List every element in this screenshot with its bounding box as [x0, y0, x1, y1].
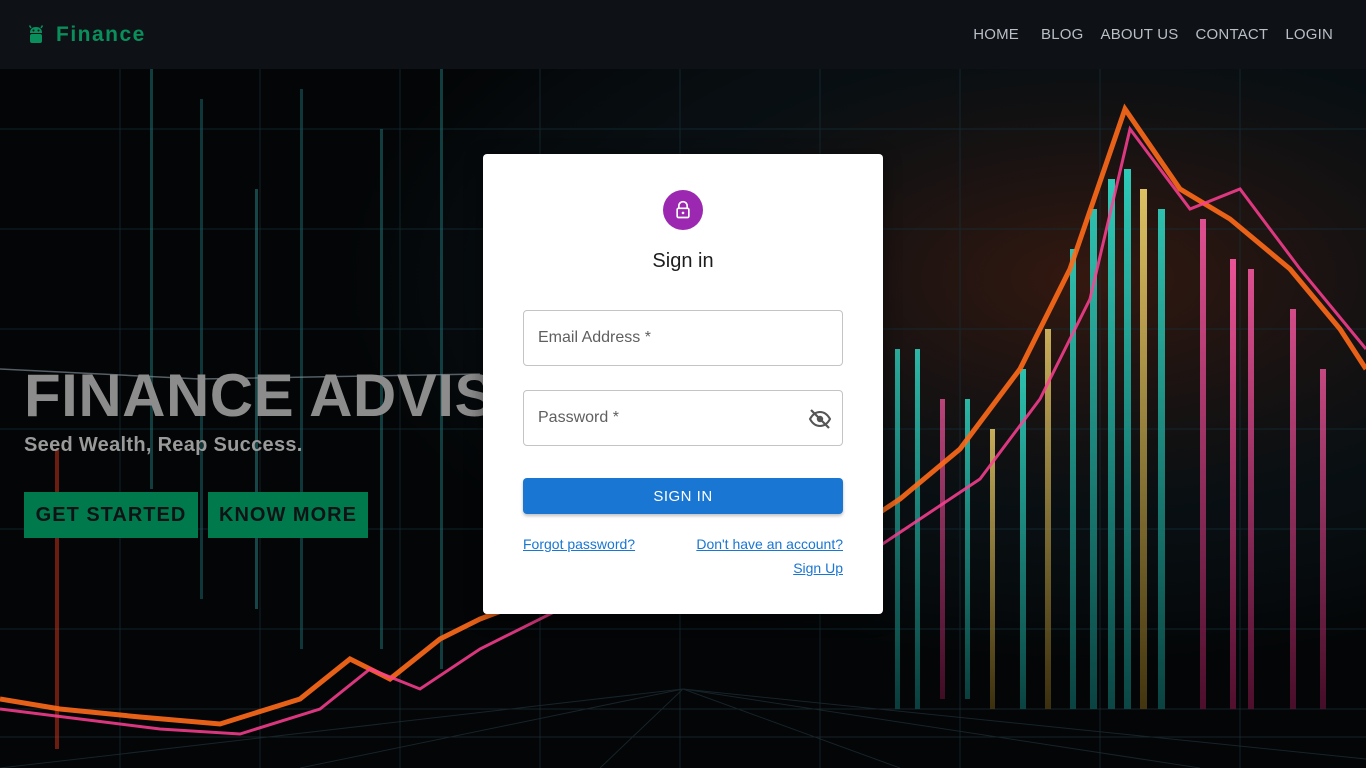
lock-avatar [663, 190, 703, 230]
nav-login-link[interactable]: LOGIN [1285, 26, 1333, 43]
eye-off-icon[interactable] [808, 407, 832, 431]
know-more-button[interactable]: KNOW MORE [208, 492, 368, 538]
nav-home-link[interactable]: HOME [973, 26, 1019, 43]
hero-subtitle: Seed Wealth, Reap Success. [24, 434, 303, 456]
brand[interactable]: Finance [28, 0, 146, 69]
sign-in-card: Sign in Email Address * Password * SIGN … [483, 154, 883, 614]
top-navbar: Finance HOME BLOG ABOUT US CONTACT LOGIN [0, 0, 1366, 69]
nav-menu: HOME BLOG ABOUT US CONTACT LOGIN [973, 0, 1366, 69]
no-account-link[interactable]: Don't have an account? [696, 536, 843, 552]
forgot-password-link[interactable]: Forgot password? [523, 536, 635, 552]
lock-icon [676, 200, 690, 219]
sign-in-title: Sign in [652, 250, 714, 272]
email-field[interactable]: Email Address * [523, 310, 843, 366]
get-started-button[interactable]: GET STARTED [24, 492, 198, 538]
nav-about-link[interactable]: ABOUT US [1101, 26, 1179, 43]
password-input[interactable] [524, 391, 842, 445]
sign-up-link[interactable]: Sign Up [793, 560, 843, 576]
password-field[interactable]: Password * [523, 390, 843, 446]
android-icon [28, 24, 44, 43]
hero-title: FINANCE ADVISOR [24, 363, 483, 429]
nav-contact-link[interactable]: CONTACT [1196, 26, 1269, 43]
nav-blog-link[interactable]: BLOG [1041, 26, 1083, 43]
email-input[interactable] [524, 311, 842, 365]
sign-in-button[interactable]: SIGN IN [523, 478, 843, 514]
brand-name: Finance [56, 22, 146, 46]
